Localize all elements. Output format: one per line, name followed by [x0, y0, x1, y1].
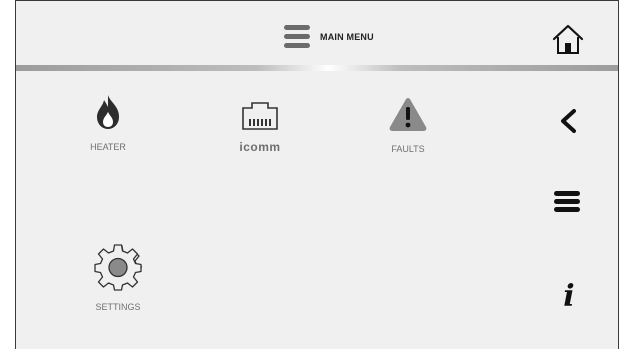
tile-faults-label: FAULTS: [391, 144, 425, 154]
menu-button[interactable]: [554, 191, 580, 213]
page-title: MAIN MENU: [320, 32, 374, 42]
header-divider: [16, 65, 618, 71]
warning-icon: [389, 98, 427, 131]
flame-icon: [97, 95, 119, 129]
tile-heater-label: HEATER: [90, 142, 126, 152]
back-button[interactable]: [556, 107, 580, 135]
tile-settings[interactable]: SETTINGS: [81, 241, 155, 312]
hamburger-icon: [554, 191, 580, 196]
gear-icon: [94, 244, 143, 291]
home-icon: [552, 24, 584, 54]
tile-settings-label: SETTINGS: [95, 302, 141, 312]
screen: MAIN MENU HEATER icomm FAULTS SETTINGS i: [15, 0, 619, 349]
tile-icomm[interactable]: icomm: [228, 101, 292, 154]
info-icon: i: [563, 279, 575, 314]
tile-heater[interactable]: HEATER: [76, 93, 140, 152]
info-button[interactable]: i: [557, 280, 581, 314]
connector-icon: [242, 102, 278, 130]
tile-faults[interactable]: FAULTS: [376, 96, 440, 154]
home-button[interactable]: [551, 22, 585, 56]
tile-icomm-label: icomm: [239, 140, 281, 154]
hamburger-icon[interactable]: [284, 25, 310, 49]
header: MAIN MENU: [16, 1, 618, 65]
chevron-left-icon: [561, 109, 576, 133]
